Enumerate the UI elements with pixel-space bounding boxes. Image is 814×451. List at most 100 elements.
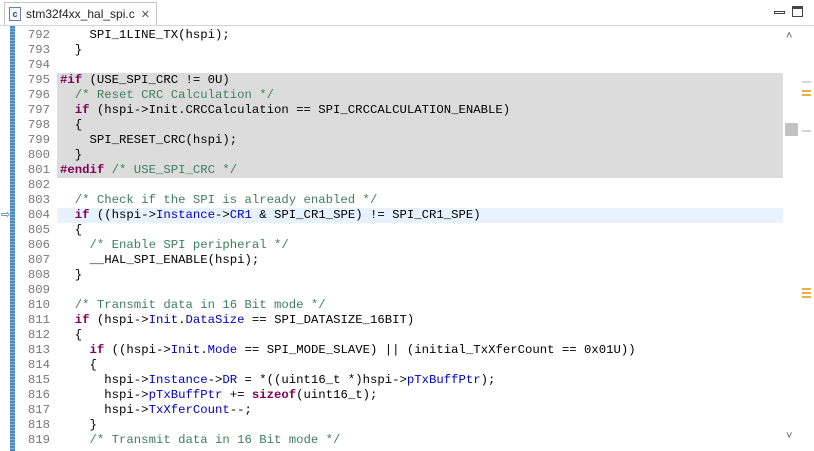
code-line[interactable]: 795 #if (USE_SPI_CRC != 0U) — [0, 73, 783, 88]
code-text[interactable]: /* Check if the SPI is already enabled *… — [60, 193, 378, 208]
line-number: 815 — [27, 373, 50, 387]
code-line[interactable]: 809 — [0, 283, 783, 298]
line-number: 817 — [27, 403, 50, 417]
line-number: 819 — [27, 433, 50, 447]
code-line[interactable]: 792 SPI_1LINE_TX(hspi); — [0, 28, 783, 43]
code-text[interactable]: } — [60, 43, 82, 58]
code-text[interactable]: /* Reset CRC Calculation */ — [60, 88, 274, 103]
code-text[interactable]: if (hspi->Init.CRCCalculation == SPI_CRC… — [60, 103, 510, 118]
code-text[interactable]: { — [60, 118, 82, 133]
line-highlight — [57, 118, 783, 133]
code-text[interactable]: { — [60, 328, 82, 343]
line-number: 795 — [27, 73, 50, 87]
vertical-scrollbar[interactable]: ˄ ˅ — [783, 26, 800, 451]
code-line[interactable]: 804 if ((hspi->Instance->CR1 & SPI_CR1_S… — [0, 208, 783, 223]
code-lines: 792 SPI_1LINE_TX(hspi); 793 } 794 795 #if (U… — [0, 28, 783, 448]
overview-ruler[interactable] — [800, 26, 814, 451]
code-line[interactable]: 819 /* Transmit data in 16 Bit mode */ — [0, 433, 783, 448]
line-number: 805 — [27, 223, 50, 237]
code-line[interactable]: 793 } — [0, 43, 783, 58]
line-number: 816 — [27, 388, 50, 402]
tab-title: stm32f4xx_hal_spi.c — [26, 7, 135, 21]
code-line[interactable]: 816 hspi->pTxBuffPtr += sizeof(uint16_t)… — [0, 388, 783, 403]
line-number: 806 — [27, 238, 50, 252]
line-number: 799 — [27, 133, 50, 147]
code-line[interactable]: 805 { — [0, 223, 783, 238]
line-number: 803 — [27, 193, 50, 207]
code-line[interactable]: 814 { — [0, 358, 783, 373]
line-number: 793 — [27, 43, 50, 57]
code-line[interactable]: 811 if (hspi->Init.DataSize == SPI_DATAS… — [0, 313, 783, 328]
code-line[interactable]: 815 hspi->Instance->DR = *((uint16_t *)h… — [0, 373, 783, 388]
line-number: 797 — [27, 103, 50, 117]
code-editor[interactable]: ⇨ 792 SPI_1LINE_TX(hspi); 793 } 794 795 #if … — [0, 26, 814, 451]
code-line[interactable]: 817 hspi->TxXferCount--; — [0, 403, 783, 418]
minimize-icon[interactable] — [774, 11, 785, 14]
code-line[interactable]: 801 #endif /* USE_SPI_CRC */ — [0, 163, 783, 178]
scrollbar-thumb[interactable] — [785, 123, 798, 136]
code-line[interactable]: 803 /* Check if the SPI is already enabl… — [0, 193, 783, 208]
code-text[interactable]: } — [60, 268, 82, 283]
line-number: 813 — [27, 343, 50, 357]
line-highlight — [57, 148, 783, 163]
code-text[interactable]: hspi->Instance->DR = *((uint16_t *)hspi-… — [60, 373, 495, 388]
code-line[interactable]: 806 /* Enable SPI peripheral */ — [0, 238, 783, 253]
code-line[interactable]: 796 /* Reset CRC Calculation */ — [0, 88, 783, 103]
code-text[interactable]: { — [60, 223, 82, 238]
code-line[interactable]: 818 } — [0, 418, 783, 433]
editor-tab[interactable]: c stm32f4xx_hal_spi.c ✕ — [4, 2, 157, 25]
editor-tab-bar: c stm32f4xx_hal_spi.c ✕ — [0, 0, 814, 26]
code-line[interactable]: 808 } — [0, 268, 783, 283]
code-text[interactable]: __HAL_SPI_ENABLE(hspi); — [60, 253, 260, 268]
code-text[interactable]: /* Transmit data in 16 Bit mode */ — [60, 298, 326, 313]
line-number: 818 — [27, 418, 50, 432]
scroll-down-icon[interactable]: ˅ — [786, 430, 792, 442]
code-line[interactable]: 798 { — [0, 118, 783, 133]
overview-marker[interactable] — [802, 130, 811, 132]
overview-warning-marker[interactable] — [802, 292, 811, 294]
line-number: 796 — [27, 88, 50, 102]
code-line[interactable]: 800 } — [0, 148, 783, 163]
code-text[interactable]: if (hspi->Init.DataSize == SPI_DATASIZE_… — [60, 313, 415, 328]
code-text[interactable]: /* Enable SPI peripheral */ — [60, 238, 289, 253]
overview-marker[interactable] — [802, 81, 811, 83]
code-text[interactable]: hspi->pTxBuffPtr += sizeof(uint16_t); — [60, 388, 377, 403]
code-text[interactable]: if ((hspi->Init.Mode == SPI_MODE_SLAVE) … — [60, 343, 636, 358]
code-text[interactable]: } — [60, 148, 82, 163]
maximize-icon[interactable] — [792, 6, 803, 17]
line-number: 792 — [27, 28, 50, 42]
line-number: 807 — [27, 253, 50, 267]
code-line[interactable]: 813 if ((hspi->Init.Mode == SPI_MODE_SLA… — [0, 343, 783, 358]
code-text[interactable]: if ((hspi->Instance->CR1 & SPI_CR1_SPE) … — [60, 208, 481, 223]
code-line[interactable]: 799 SPI_RESET_CRC(hspi); — [0, 133, 783, 148]
scroll-up-icon[interactable]: ˄ — [786, 30, 792, 42]
code-line[interactable]: 807 __HAL_SPI_ENABLE(hspi); — [0, 253, 783, 268]
code-text[interactable]: SPI_1LINE_TX(hspi); — [60, 28, 230, 43]
overview-warning-marker[interactable] — [802, 296, 811, 298]
code-line[interactable]: 802 — [0, 178, 783, 193]
line-number: 808 — [27, 268, 50, 282]
code-line[interactable]: 794 — [0, 58, 783, 73]
overview-warning-marker[interactable] — [802, 94, 811, 96]
line-number: 810 — [27, 298, 50, 312]
code-text[interactable]: { — [60, 358, 97, 373]
code-line[interactable]: 810 /* Transmit data in 16 Bit mode */ — [0, 298, 783, 313]
overview-warning-marker[interactable] — [802, 90, 811, 92]
code-line[interactable]: 812 { — [0, 328, 783, 343]
overview-warning-marker[interactable] — [802, 288, 811, 290]
line-number: 812 — [27, 328, 50, 342]
line-number: 811 — [27, 313, 50, 327]
c-source-file-icon: c — [9, 7, 21, 21]
line-number: 798 — [27, 118, 50, 132]
code-text[interactable]: #endif /* USE_SPI_CRC */ — [60, 163, 237, 178]
code-text[interactable]: #if (USE_SPI_CRC != 0U) — [60, 73, 230, 88]
line-number: 801 — [27, 163, 50, 177]
line-number: 804 — [27, 208, 50, 222]
code-text[interactable]: /* Transmit data in 16 Bit mode */ — [60, 433, 341, 448]
code-text[interactable]: } — [60, 418, 97, 433]
code-text[interactable]: hspi->TxXferCount--; — [60, 403, 252, 418]
line-number: 794 — [27, 58, 50, 72]
close-icon[interactable]: ✕ — [141, 8, 150, 21]
code-line[interactable]: 797 if (hspi->Init.CRCCalculation == SPI… — [0, 103, 783, 118]
code-text[interactable]: SPI_RESET_CRC(hspi); — [60, 133, 238, 148]
